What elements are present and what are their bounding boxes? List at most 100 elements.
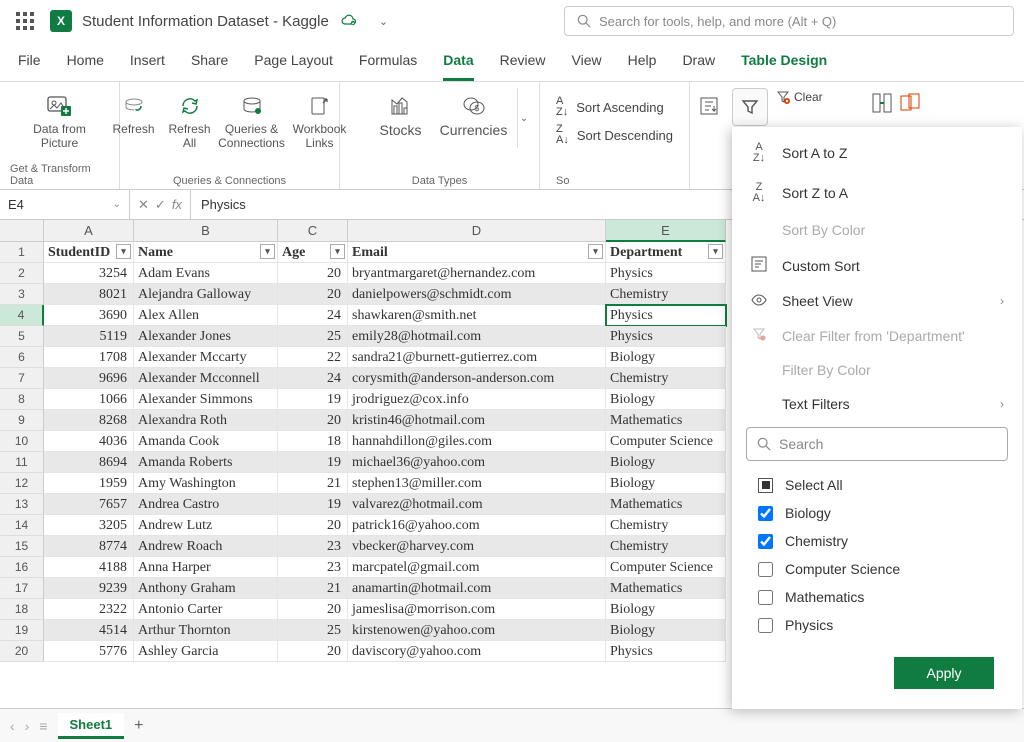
filter-arrow-icon[interactable]: ▾ [116, 244, 131, 259]
table-cell[interactable]: Biology [606, 620, 726, 641]
table-cell[interactable]: daviscory@yahoo.com [348, 641, 606, 662]
table-cell[interactable]: 21 [278, 578, 348, 599]
table-header-email[interactable]: Email▾ [348, 242, 606, 263]
menu-share[interactable]: Share [191, 52, 228, 81]
table-cell[interactable]: 4514 [44, 620, 134, 641]
table-cell[interactable]: 23 [278, 536, 348, 557]
custom-sort[interactable]: Custom Sort [732, 247, 1022, 284]
table-cell[interactable]: 3254 [44, 263, 134, 284]
filter-button[interactable] [732, 88, 768, 126]
table-cell[interactable]: 9239 [44, 578, 134, 599]
table-cell[interactable]: sandra21@burnett-gutierrez.com [348, 347, 606, 368]
menu-home[interactable]: Home [67, 52, 104, 81]
sort-dialog-button[interactable] [694, 88, 724, 120]
table-cell[interactable]: 25 [278, 620, 348, 641]
table-cell[interactable]: 22 [278, 347, 348, 368]
table-cell[interactable]: michael36@yahoo.com [348, 452, 606, 473]
sort-descending-button[interactable]: ZA↓ Sort Descending [556, 124, 673, 146]
table-cell[interactable]: 3205 [44, 515, 134, 536]
table-cell[interactable]: 20 [278, 263, 348, 284]
menu-formulas[interactable]: Formulas [359, 52, 417, 81]
menu-view[interactable]: View [572, 52, 602, 81]
table-cell[interactable]: Computer Science [606, 557, 726, 578]
datatypes-dropdown[interactable]: ⌄ [517, 88, 531, 148]
table-cell[interactable]: 20 [278, 284, 348, 305]
table-cell[interactable]: Biology [606, 452, 726, 473]
table-cell[interactable]: 21 [278, 473, 348, 494]
table-cell[interactable]: 2322 [44, 599, 134, 620]
column-header-B[interactable]: B [134, 220, 278, 242]
sheet-nav-prev[interactable]: ‹ [10, 718, 15, 734]
filter-select-all[interactable]: Select All [732, 471, 1022, 499]
table-cell[interactable]: Physics [606, 326, 726, 347]
app-launcher-icon[interactable] [16, 12, 34, 30]
row-header-6[interactable]: 6 [0, 347, 44, 368]
search-input[interactable]: Search for tools, help, and more (Alt + … [564, 6, 1014, 36]
table-cell[interactable]: Chemistry [606, 368, 726, 389]
table-cell[interactable]: 5776 [44, 641, 134, 662]
table-cell[interactable]: 4036 [44, 431, 134, 452]
filter-search-input[interactable]: Search [746, 427, 1008, 461]
text-filters[interactable]: Text Filters › [732, 387, 1022, 421]
table-cell[interactable]: Biology [606, 389, 726, 410]
table-cell[interactable]: Alexander Jones [134, 326, 278, 347]
filter-arrow-icon[interactable]: ▾ [588, 244, 603, 259]
row-header-11[interactable]: 11 [0, 452, 44, 473]
table-cell[interactable]: Chemistry [606, 515, 726, 536]
sort-a-to-z[interactable]: AZ↓ Sort A to Z [732, 133, 1022, 173]
table-cell[interactable]: 25 [278, 326, 348, 347]
row-header-18[interactable]: 18 [0, 599, 44, 620]
filter-arrow-icon[interactable]: ▾ [330, 244, 345, 259]
table-cell[interactable]: Mathematics [606, 578, 726, 599]
row-header-17[interactable]: 17 [0, 578, 44, 599]
row-header-13[interactable]: 13 [0, 494, 44, 515]
currencies-button[interactable]: $ Currencies [439, 88, 509, 138]
table-cell[interactable]: 8774 [44, 536, 134, 557]
table-cell[interactable]: 1066 [44, 389, 134, 410]
filter-arrow-icon[interactable]: ▾ [708, 244, 723, 259]
table-cell[interactable]: emily28@hotmail.com [348, 326, 606, 347]
sheet-tab[interactable]: Sheet1 [58, 713, 125, 739]
table-cell[interactable]: Computer Science [606, 431, 726, 452]
table-cell[interactable]: kirstenowen@yahoo.com [348, 620, 606, 641]
table-cell[interactable]: Andrew Roach [134, 536, 278, 557]
table-cell[interactable]: Amy Washington [134, 473, 278, 494]
table-cell[interactable]: Antonio Carter [134, 599, 278, 620]
checkbox[interactable] [758, 618, 773, 633]
table-cell[interactable]: Physics [606, 641, 726, 662]
table-cell[interactable]: Physics [606, 305, 726, 326]
filter-option[interactable]: Computer Science [732, 555, 1022, 583]
text-to-columns-icon[interactable] [871, 92, 893, 114]
table-cell[interactable]: jrodriguez@cox.info [348, 389, 606, 410]
table-cell[interactable]: Alexander Mccarty [134, 347, 278, 368]
table-cell[interactable]: Andrea Castro [134, 494, 278, 515]
checkbox[interactable] [758, 590, 773, 605]
refresh-button[interactable]: Refresh [110, 88, 158, 136]
table-cell[interactable]: Arthur Thornton [134, 620, 278, 641]
checkbox[interactable] [758, 534, 773, 549]
table-cell[interactable]: shawkaren@smith.net [348, 305, 606, 326]
data-from-picture-button[interactable]: Data from Picture [25, 88, 95, 150]
table-cell[interactable]: 5119 [44, 326, 134, 347]
table-header-department[interactable]: Department▾ [606, 242, 726, 263]
table-cell[interactable]: Chemistry [606, 536, 726, 557]
table-cell[interactable]: Amanda Roberts [134, 452, 278, 473]
menu-table-design[interactable]: Table Design [741, 52, 827, 81]
table-cell[interactable]: stephen13@miller.com [348, 473, 606, 494]
table-cell[interactable]: 8694 [44, 452, 134, 473]
checkbox[interactable] [758, 506, 773, 521]
menu-insert[interactable]: Insert [130, 52, 165, 81]
stocks-button[interactable]: Stocks [371, 88, 431, 138]
filter-arrow-icon[interactable]: ▾ [260, 244, 275, 259]
table-cell[interactable]: corysmith@anderson-anderson.com [348, 368, 606, 389]
table-cell[interactable]: Adam Evans [134, 263, 278, 284]
table-cell[interactable]: anamartin@hotmail.com [348, 578, 606, 599]
queries-connections-button[interactable]: Queries & Connections [222, 88, 282, 150]
table-cell[interactable]: marcpatel@gmail.com [348, 557, 606, 578]
row-header-10[interactable]: 10 [0, 431, 44, 452]
row-header-15[interactable]: 15 [0, 536, 44, 557]
table-cell[interactable]: Alexander Simmons [134, 389, 278, 410]
table-cell[interactable]: Biology [606, 347, 726, 368]
data-validation-icon[interactable] [899, 92, 921, 114]
table-cell[interactable]: 3690 [44, 305, 134, 326]
